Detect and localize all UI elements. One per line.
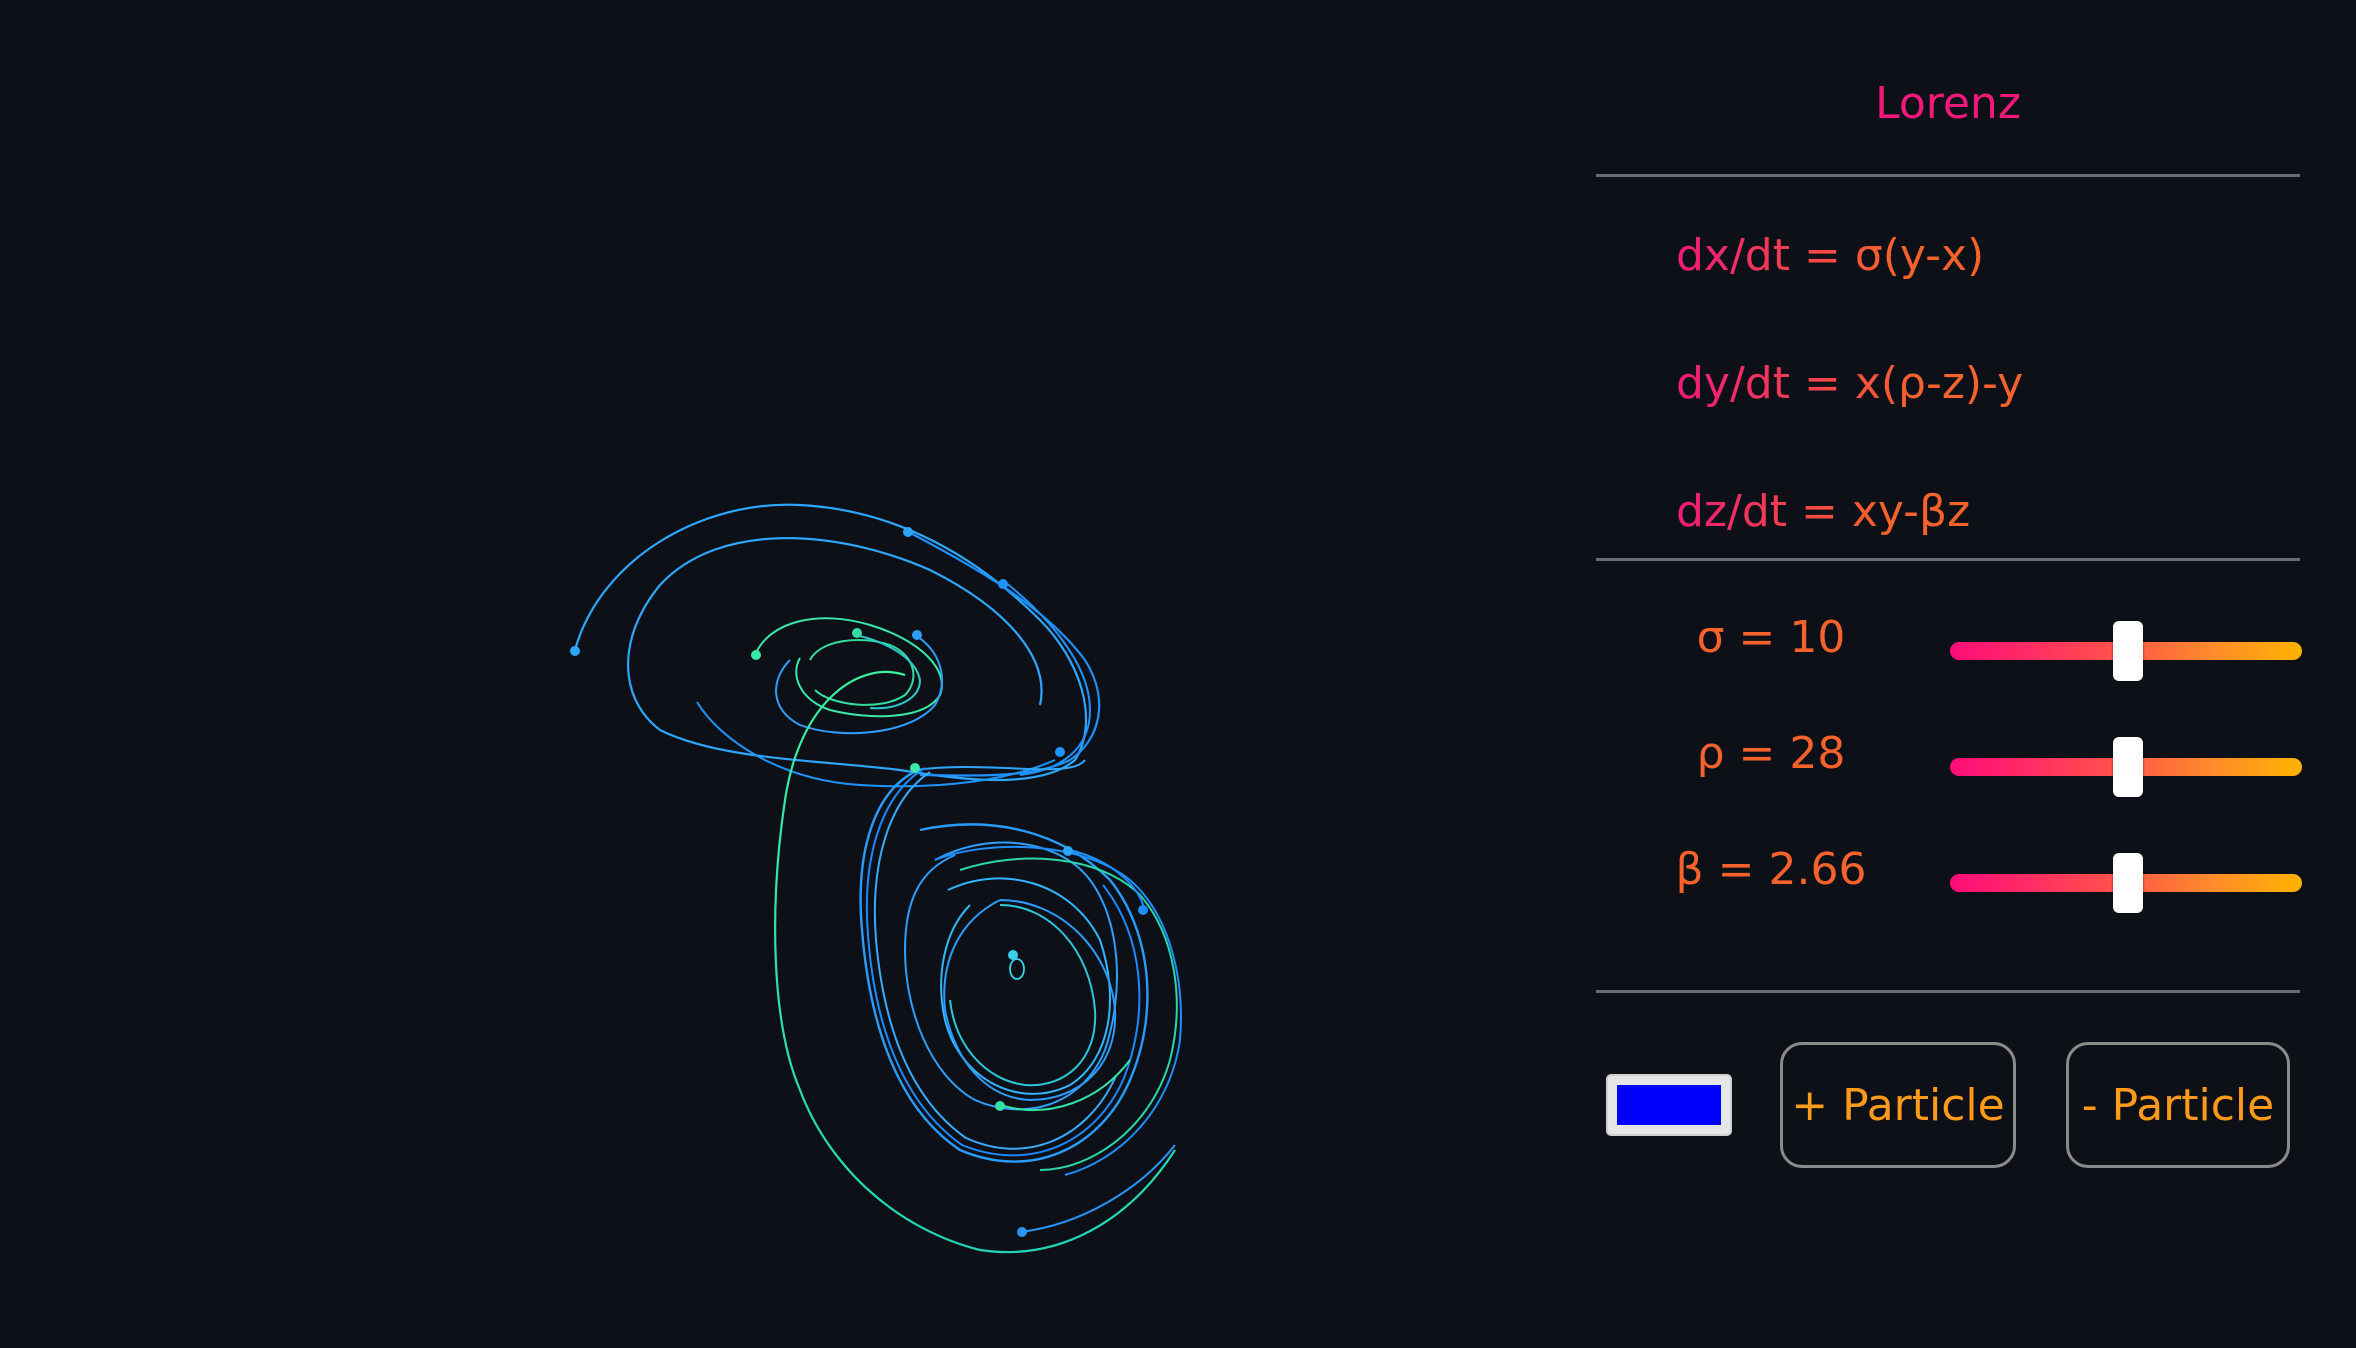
particle — [1008, 950, 1018, 960]
particle — [1138, 905, 1148, 915]
color-swatch-fill — [1617, 1085, 1721, 1125]
particle — [998, 579, 1008, 589]
rho-slider[interactable] — [1950, 737, 2302, 797]
particle — [570, 646, 580, 656]
add-particle-button[interactable]: + Particle — [1780, 1042, 2016, 1168]
trail-path — [775, 634, 944, 735]
sigma-label: σ = 10 — [1696, 612, 1846, 663]
trail-path — [573, 503, 1088, 782]
beta-label: β = 2.66 — [1675, 844, 1867, 895]
rho-slider-thumb[interactable] — [2113, 737, 2143, 797]
trail-path — [1009, 958, 1025, 980]
trail-path — [873, 771, 1117, 1150]
app-root: Lorenz dx/dt = σ(y-x) dy/dt = x(ρ-z)-y d… — [0, 0, 2356, 1348]
trail-path — [943, 899, 1117, 1102]
trail-path — [774, 670, 1176, 1254]
beta-slider-thumb[interactable] — [2113, 853, 2143, 913]
particle — [903, 527, 913, 537]
particle — [751, 650, 761, 660]
particle-color-picker[interactable] — [1606, 1074, 1732, 1136]
control-panel: Lorenz dx/dt = σ(y-x) dy/dt = x(ρ-z)-y d… — [1596, 0, 2302, 1348]
trail-path — [1069, 849, 1146, 913]
rho-label: ρ = 28 — [1696, 728, 1846, 779]
trail-path — [949, 904, 1097, 1087]
particle — [910, 763, 920, 773]
attractor-canvas[interactable] — [0, 0, 1560, 1348]
equation-dx: dx/dt = σ(y-x) — [1676, 230, 1985, 281]
particle — [995, 1101, 1005, 1111]
divider — [1596, 174, 2300, 177]
attractor-title: Lorenz — [1875, 78, 2021, 129]
particle — [1017, 1227, 1027, 1237]
equation-dy: dy/dt = x(ρ-z)-y — [1676, 358, 2024, 409]
sigma-slider-thumb[interactable] — [2113, 621, 2143, 681]
trail-path — [934, 845, 1182, 1176]
remove-particle-button[interactable]: - Particle — [2066, 1042, 2290, 1168]
sigma-slider[interactable] — [1950, 621, 2302, 681]
trail-path — [859, 768, 1149, 1163]
particle — [912, 630, 922, 640]
particle — [1055, 747, 1065, 757]
particle — [852, 628, 862, 638]
beta-slider[interactable] — [1950, 853, 2302, 913]
particle — [1063, 846, 1073, 856]
equation-dz: dz/dt = xy-βz — [1676, 486, 1971, 537]
divider — [1596, 990, 2300, 993]
attractor-trails — [570, 503, 1182, 1254]
divider — [1596, 558, 2300, 561]
